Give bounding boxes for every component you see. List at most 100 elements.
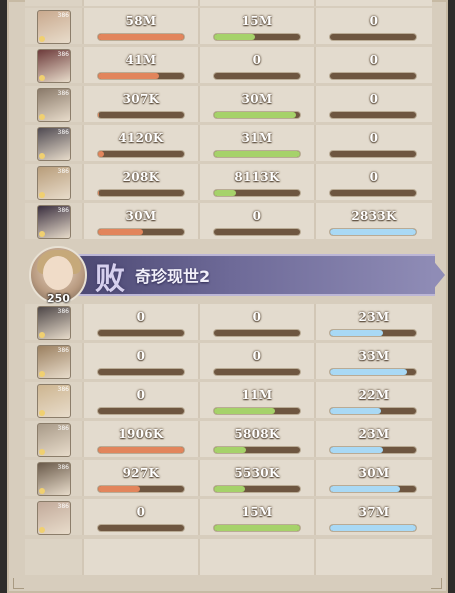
stat-value: 0 bbox=[369, 53, 379, 67]
stat-bar bbox=[98, 34, 184, 40]
stat-cell: 33M bbox=[316, 343, 432, 379]
star-icon bbox=[39, 153, 45, 159]
stat-cell: 0 bbox=[84, 304, 200, 340]
stat-bar bbox=[214, 190, 300, 196]
stat-value: 0 bbox=[252, 53, 262, 67]
stat-value: 4120K bbox=[118, 131, 164, 145]
table-row-empty bbox=[25, 539, 432, 575]
character-portrait-icon[interactable]: 386 bbox=[37, 10, 71, 44]
table-row-partial bbox=[25, 0, 432, 6]
character-level: 386 bbox=[57, 308, 69, 315]
character-level: 386 bbox=[57, 51, 69, 58]
stat-bar bbox=[214, 486, 300, 492]
character-portrait-icon[interactable]: 386 bbox=[37, 49, 71, 83]
stat-value: 307K bbox=[122, 92, 160, 106]
stat-bar bbox=[330, 190, 416, 196]
stat-bar-fill bbox=[98, 229, 143, 235]
stat-bar bbox=[214, 447, 300, 453]
stat-bar-fill bbox=[98, 112, 99, 118]
stat-bar bbox=[214, 73, 300, 79]
stat-value: 5530K bbox=[234, 466, 280, 480]
stat-value: 30M bbox=[125, 209, 157, 223]
character-portrait-icon[interactable]: 386 bbox=[37, 306, 71, 340]
stat-bar bbox=[98, 408, 184, 414]
stat-value: 30M bbox=[241, 92, 273, 106]
stat-bar-fill bbox=[98, 151, 105, 157]
star-icon bbox=[39, 36, 45, 42]
stat-value: 0 bbox=[136, 388, 146, 402]
stat-bar-fill bbox=[330, 486, 400, 492]
stat-bar bbox=[214, 525, 300, 531]
table-row: 386 208K 8113K 0 bbox=[25, 164, 432, 200]
character-level: 386 bbox=[57, 503, 69, 510]
stat-bar-fill bbox=[214, 151, 300, 157]
stat-bar-fill bbox=[214, 408, 276, 414]
character-portrait-icon[interactable]: 386 bbox=[37, 166, 71, 200]
table-row: 386 41M 0 0 bbox=[25, 47, 432, 83]
stat-cell: 0 bbox=[200, 304, 316, 340]
stat-value: 0 bbox=[252, 209, 262, 223]
star-icon bbox=[39, 114, 45, 120]
stat-value: 41M bbox=[125, 53, 157, 67]
stat-value: 0 bbox=[369, 170, 379, 184]
stat-value: 31M bbox=[241, 131, 273, 145]
stat-cell: 22M bbox=[316, 382, 432, 418]
stat-bar bbox=[330, 34, 416, 40]
stat-value: 15M bbox=[241, 505, 273, 519]
character-portrait-icon[interactable]: 386 bbox=[37, 88, 71, 122]
character-portrait-icon[interactable]: 386 bbox=[37, 127, 71, 161]
star-icon bbox=[39, 488, 45, 494]
stat-value: 30M bbox=[358, 466, 390, 480]
stat-bar bbox=[330, 408, 416, 414]
stat-bar bbox=[330, 369, 416, 375]
stat-value: 0 bbox=[136, 349, 146, 363]
character-portrait-icon[interactable]: 386 bbox=[37, 345, 71, 379]
stat-value: 37M bbox=[358, 505, 390, 519]
stat-cell: 1906K bbox=[84, 421, 200, 457]
stat-bar bbox=[98, 73, 184, 79]
character-level: 386 bbox=[57, 386, 69, 393]
stat-cell: 0 bbox=[316, 164, 432, 200]
stat-cell: 0 bbox=[84, 382, 200, 418]
stat-bar bbox=[98, 190, 184, 196]
stat-value: 0 bbox=[369, 14, 379, 28]
stat-value: 208K bbox=[122, 170, 160, 184]
stat-bar-fill bbox=[330, 330, 384, 336]
character-portrait-icon[interactable]: 386 bbox=[37, 423, 71, 457]
stat-cell: 23M bbox=[316, 421, 432, 457]
stat-bar-fill bbox=[330, 525, 416, 531]
frame-corner-ornament bbox=[13, 578, 24, 589]
stat-bar bbox=[98, 229, 184, 235]
star-icon bbox=[39, 332, 45, 338]
character-portrait-icon[interactable]: 386 bbox=[37, 501, 71, 535]
table-row: 386 0 11M 22M bbox=[25, 382, 432, 418]
stat-value: 927K bbox=[122, 466, 160, 480]
stat-value: 8113K bbox=[234, 170, 280, 184]
stat-cell: 208K bbox=[84, 164, 200, 200]
character-portrait-icon[interactable]: 386 bbox=[37, 462, 71, 496]
stat-bar bbox=[214, 408, 300, 414]
stat-bar bbox=[330, 73, 416, 79]
star-icon bbox=[39, 75, 45, 81]
table-row: 386 0 0 23M bbox=[25, 304, 432, 340]
table-row: 386 307K 30M 0 bbox=[25, 86, 432, 122]
stat-cell: 8113K bbox=[200, 164, 316, 200]
stat-bar-fill bbox=[214, 112, 296, 118]
table-row: 386 58M 15M 0 bbox=[25, 8, 432, 44]
character-level: 386 bbox=[57, 90, 69, 97]
stat-cell: 11M bbox=[200, 382, 316, 418]
stat-bar bbox=[98, 112, 184, 118]
stat-bar bbox=[214, 151, 300, 157]
stat-value: 2833K bbox=[351, 209, 397, 223]
stat-bar-fill bbox=[330, 408, 381, 414]
character-portrait-icon[interactable]: 386 bbox=[37, 205, 71, 239]
character-portrait-icon[interactable]: 386 bbox=[37, 384, 71, 418]
team-2-banner: 250 败 奇珍现世2 bbox=[29, 246, 445, 305]
stat-bar bbox=[214, 34, 300, 40]
star-icon bbox=[39, 449, 45, 455]
star-icon bbox=[39, 371, 45, 377]
stat-value: 1906K bbox=[118, 427, 164, 441]
stat-bar bbox=[330, 447, 416, 453]
stat-bar-fill bbox=[214, 447, 246, 453]
star-icon bbox=[39, 410, 45, 416]
